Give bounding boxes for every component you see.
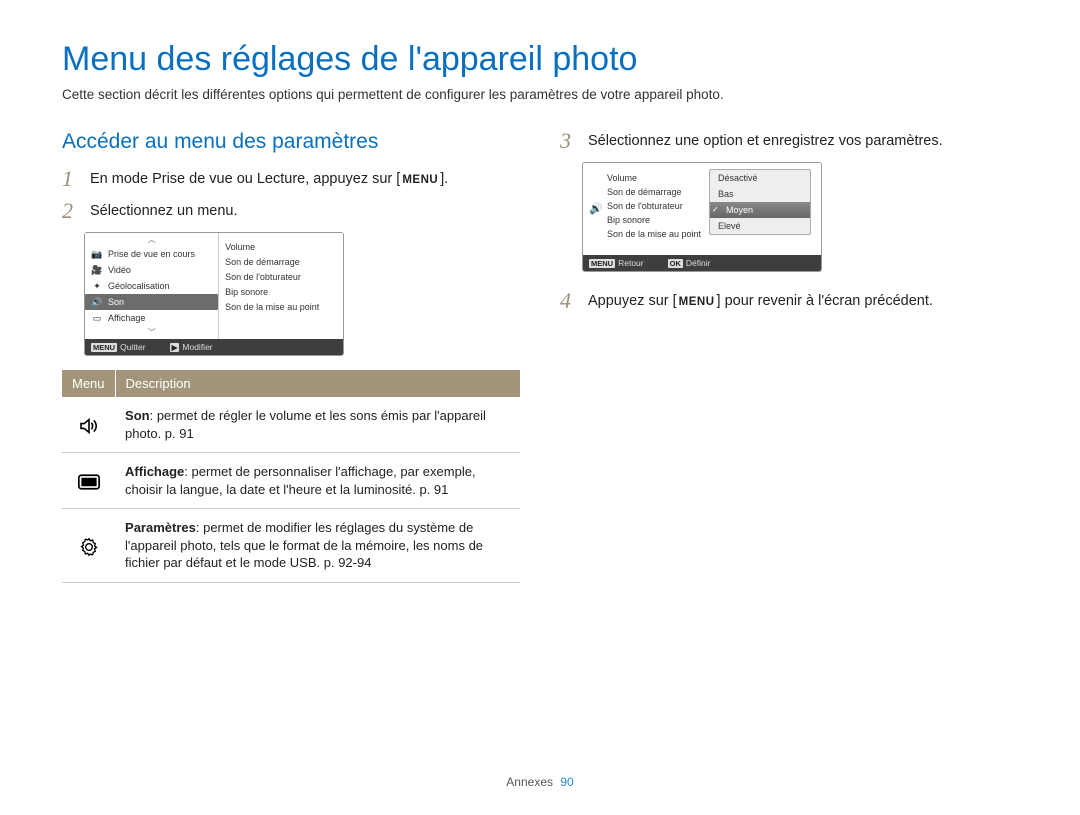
row-text: : permet de régler le volume et les sons…: [125, 408, 486, 441]
right-key-icon: ▶: [170, 343, 180, 352]
footer-hint-left: MENUQuitter: [91, 342, 146, 352]
footer-hint-text: Quitter: [120, 342, 146, 352]
popup-option-label: Moyen: [718, 205, 753, 215]
step-4: 4 Appuyez sur [MENU] pour revenir à l'éc…: [560, 290, 1018, 312]
step-number: 2: [62, 200, 80, 222]
submenu-item: Son de la mise au point: [225, 299, 337, 314]
footer-page-number: 90: [560, 775, 573, 789]
step-2: 2 Sélectionnez un menu.: [62, 200, 520, 222]
step-1: 1 En mode Prise de vue ou Lecture, appuy…: [62, 168, 520, 190]
step-text: Sélectionnez un menu.: [90, 200, 238, 219]
location-icon: ✦: [91, 281, 103, 292]
intro-text: Cette section décrit les différentes opt…: [62, 87, 1018, 102]
step-number: 1: [62, 168, 80, 190]
step-3: 3 Sélectionnez une option et enregistrez…: [560, 130, 1018, 152]
camera-lcd-menu: ︿ 📷 Prise de vue en cours 🎥 Vidéo ✦ Géoloca…: [84, 232, 344, 356]
menu-item-label: Affichage: [108, 313, 145, 323]
menu-item: ▭ Affichage: [85, 310, 218, 326]
popup-option: Bas: [710, 186, 810, 202]
footer-hint-text: Définir: [686, 258, 711, 268]
gear-icon: [62, 509, 115, 583]
sound-icon: 🔊: [589, 171, 603, 245]
menu-item: ✦ Géolocalisation: [85, 278, 218, 294]
menu-key: MENU: [400, 173, 440, 187]
page-footer: Annexes 90: [0, 775, 1080, 789]
step-4-post: ] pour revenir à l'écran précédent.: [717, 293, 933, 309]
step-1-post: ].: [440, 171, 448, 187]
step-number: 4: [560, 290, 578, 312]
row-title: Son: [125, 408, 150, 423]
table-row: Paramètres: permet de modifier les régla…: [62, 509, 520, 583]
camera-icon: 📷: [91, 249, 103, 260]
menu-key-icon: MENU: [91, 343, 117, 352]
menu-item: 🎥 Vidéo: [85, 262, 218, 278]
camera-lcd-option: 🔊 Volume Son de démarrage Son de l'obtur…: [582, 162, 822, 272]
video-icon: 🎥: [91, 265, 103, 276]
popup-option-label: Elevé: [718, 221, 741, 231]
footer-hint-text: Modifier: [182, 342, 212, 352]
table-row: Affichage: permet de personnaliser l'aff…: [62, 453, 520, 509]
page-title: Menu des réglages de l'appareil photo: [62, 40, 1018, 79]
submenu-item: Bip sonore: [225, 284, 337, 299]
footer-hint-left: MENURetour: [589, 258, 644, 268]
chevron-up-icon: ︿: [85, 233, 218, 246]
menu-item-label: Son: [108, 297, 124, 307]
sound-icon: [62, 397, 115, 453]
footer-section: Annexes: [506, 775, 553, 789]
step-text: En mode Prise de vue ou Lecture, appuyez…: [90, 168, 448, 187]
menu-item-label: Prise de vue en cours: [108, 249, 195, 259]
step-text: Sélectionnez une option et enregistrez v…: [588, 130, 943, 149]
table-row: Son: permet de régler le volume et les s…: [62, 397, 520, 453]
row-title: Paramètres: [125, 520, 196, 535]
popup-option: Désactivé: [710, 170, 810, 186]
footer-hint-right: ▶Modifier: [170, 342, 213, 352]
sound-icon: 🔊: [91, 297, 103, 308]
display-icon: [62, 453, 115, 509]
menu-key-icon: MENU: [589, 259, 615, 268]
menu-item-label: Vidéo: [108, 265, 131, 275]
option-popup: Désactivé Bas Moyen Elevé: [709, 169, 811, 235]
step-number: 3: [560, 130, 578, 152]
menu-item-selected: 🔊 Son: [85, 294, 218, 310]
table-header-description: Description: [115, 370, 520, 397]
footer-hint-right: OKDéfinir: [668, 258, 711, 268]
menu-item: 📷 Prise de vue en cours: [85, 246, 218, 262]
chevron-down-icon: ﹀: [85, 326, 218, 339]
submenu-item: Son de l'obturateur: [225, 269, 337, 284]
step-text: Appuyez sur [MENU] pour revenir à l'écra…: [588, 290, 933, 309]
row-title: Affichage: [125, 464, 184, 479]
menu-item-label: Géolocalisation: [108, 281, 170, 291]
table-header-menu: Menu: [62, 370, 115, 397]
popup-option-label: Bas: [718, 189, 734, 199]
popup-option-label: Désactivé: [718, 173, 758, 183]
popup-option-selected: Moyen: [710, 202, 810, 218]
step-1-pre: En mode Prise de vue ou Lecture, appuyez…: [90, 171, 400, 187]
step-4-pre: Appuyez sur [: [588, 293, 677, 309]
display-icon: ▭: [91, 313, 103, 324]
submenu-item: Volume: [225, 239, 337, 254]
menu-key: MENU: [677, 295, 717, 309]
menu-description-table: Menu Description Son: permet de régler l…: [62, 370, 520, 583]
section-subtitle: Accéder au menu des paramètres: [62, 130, 520, 154]
footer-hint-text: Retour: [618, 258, 644, 268]
submenu-item: Son de démarrage: [225, 254, 337, 269]
ok-key-icon: OK: [668, 259, 683, 268]
popup-option: Elevé: [710, 218, 810, 234]
